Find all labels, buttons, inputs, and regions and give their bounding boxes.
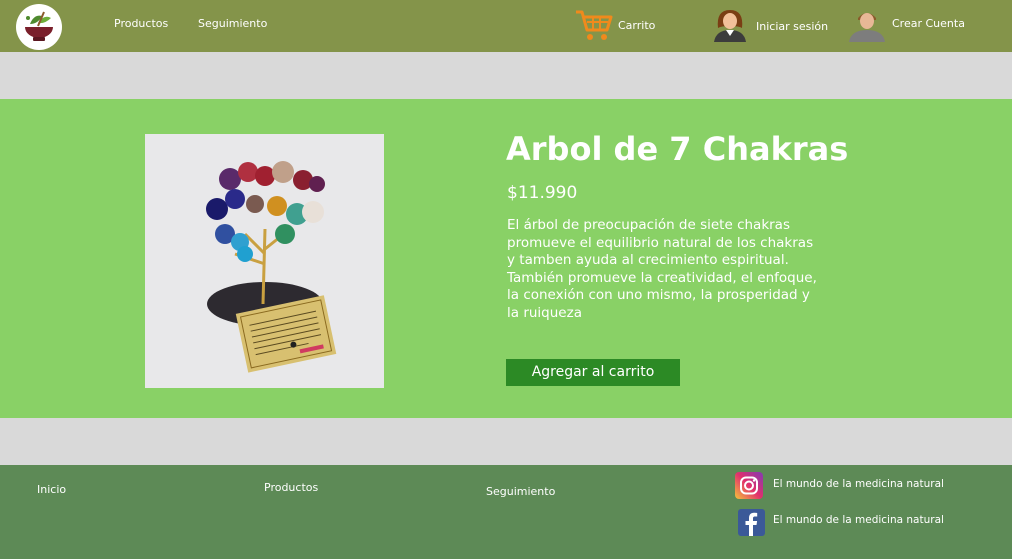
instagram-label[interactable]: El mundo de la medicina natural [773, 478, 944, 490]
nav-seguimiento[interactable]: Seguimiento [198, 17, 267, 30]
footer-link-inicio[interactable]: Inicio [37, 483, 66, 496]
product-price: $11.990 [507, 183, 578, 203]
male-avatar-icon[interactable] [848, 8, 886, 46]
product-description-paragraph-2: También promueve la creatividad, el enfo… [507, 269, 817, 321]
cart-icon[interactable] [575, 8, 613, 46]
product-description: El árbol de preocupación de siete chakra… [507, 217, 817, 323]
footer-link-seguimiento[interactable]: Seguimiento [486, 485, 555, 498]
facebook-label[interactable]: El mundo de la medicina natural [773, 514, 944, 526]
product-image [145, 134, 384, 388]
footer-link-productos[interactable]: Productos [264, 481, 318, 494]
logo-mortar-icon[interactable] [16, 4, 62, 50]
product-section: Arbol de 7 Chakras $11.990 El árbol de p… [0, 99, 1012, 418]
login-link[interactable]: Iniciar sesión [756, 20, 828, 33]
footer: Inicio Productos Seguimiento El mundo de… [0, 465, 1012, 559]
product-description-paragraph-1: El árbol de preocupación de siete chakra… [507, 217, 814, 269]
instagram-icon[interactable] [735, 472, 763, 499]
female-avatar-icon[interactable] [712, 8, 748, 46]
product-title: Arbol de 7 Chakras [506, 130, 849, 168]
top-navbar: Productos Seguimiento Carrito Iniciar se… [0, 0, 1012, 52]
facebook-icon[interactable] [738, 509, 765, 536]
add-to-cart-button[interactable]: Agregar al carrito [506, 359, 680, 386]
cart-link[interactable]: Carrito [618, 19, 655, 32]
nav-productos[interactable]: Productos [114, 17, 168, 30]
signup-link[interactable]: Crear Cuenta [892, 17, 965, 30]
